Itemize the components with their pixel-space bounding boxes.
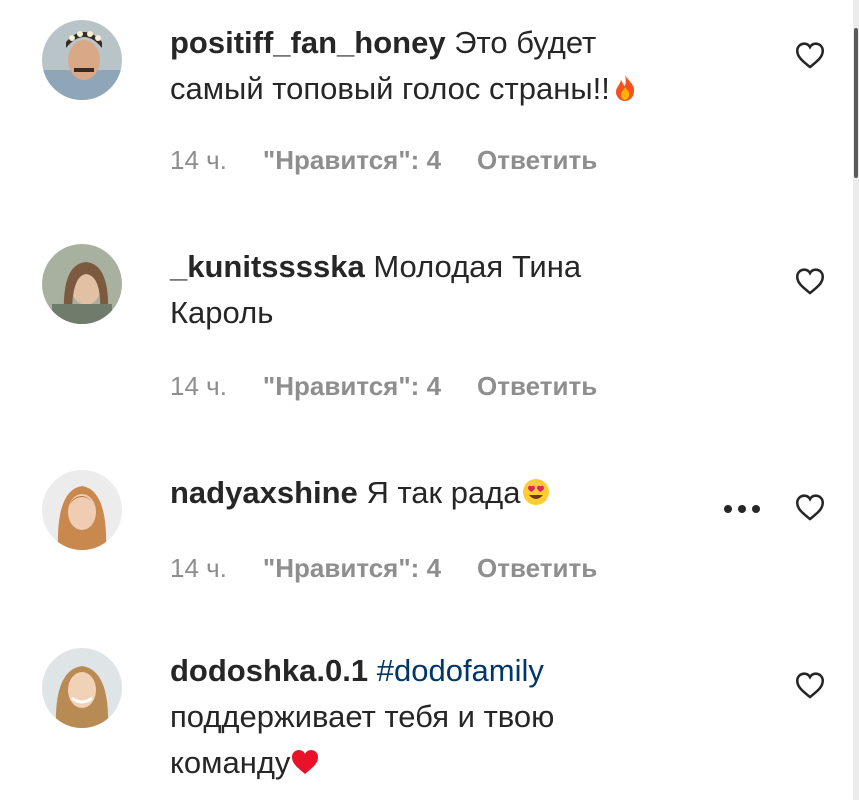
comment-username[interactable]: dodoshka.0.1 bbox=[170, 653, 368, 688]
like-button[interactable] bbox=[793, 668, 827, 702]
heart-outline-icon bbox=[795, 268, 825, 295]
reply-button[interactable]: Ответить bbox=[477, 553, 597, 584]
comment-likes-count[interactable]: "Нравится": 4 bbox=[263, 371, 441, 402]
more-options-icon[interactable] bbox=[724, 502, 764, 516]
comment-likes-count[interactable]: "Нравится": 4 bbox=[263, 553, 441, 584]
heart-eyes-emoji-icon bbox=[521, 477, 551, 507]
comment-username[interactable]: positiff_fan_honey bbox=[170, 25, 446, 60]
hashtag-link[interactable]: #dodofamily bbox=[377, 653, 544, 688]
avatar[interactable] bbox=[42, 648, 122, 728]
comment-text: поддерживает тебя и твою bbox=[170, 699, 555, 734]
comment-text: Это будет bbox=[454, 25, 597, 60]
like-button[interactable] bbox=[793, 38, 827, 72]
heart-outline-icon bbox=[795, 42, 825, 69]
like-button[interactable] bbox=[793, 264, 827, 298]
red-heart-emoji-icon bbox=[290, 747, 320, 777]
heart-outline-icon bbox=[795, 672, 825, 699]
comment-text: команду bbox=[170, 745, 291, 780]
comment-timestamp[interactable]: 14 ч. bbox=[170, 553, 227, 584]
scrollbar-thumb[interactable] bbox=[854, 28, 858, 178]
fire-emoji-icon bbox=[610, 73, 640, 103]
comment-text: Кароль bbox=[170, 295, 274, 330]
comment-likes-count[interactable]: "Нравится": 4 bbox=[263, 145, 441, 176]
avatar[interactable] bbox=[42, 20, 122, 100]
comment-username[interactable]: _kunitsssska bbox=[170, 249, 365, 284]
comment-text: Молодая Тина bbox=[373, 249, 582, 284]
reply-button[interactable]: Ответить bbox=[477, 371, 597, 402]
scrollbar[interactable] bbox=[853, 0, 859, 800]
comment-username[interactable]: nadyaxshine bbox=[170, 475, 358, 510]
avatar[interactable] bbox=[42, 470, 122, 550]
comment-text: Я так рада bbox=[366, 475, 521, 510]
comment-text: самый топовый голос страны!! bbox=[170, 71, 610, 106]
comment-timestamp[interactable]: 14 ч. bbox=[170, 145, 227, 176]
comment-timestamp[interactable]: 14 ч. bbox=[170, 371, 227, 402]
heart-outline-icon bbox=[795, 494, 825, 521]
reply-button[interactable]: Ответить bbox=[477, 145, 597, 176]
like-button[interactable] bbox=[793, 490, 827, 524]
avatar[interactable] bbox=[42, 244, 122, 324]
